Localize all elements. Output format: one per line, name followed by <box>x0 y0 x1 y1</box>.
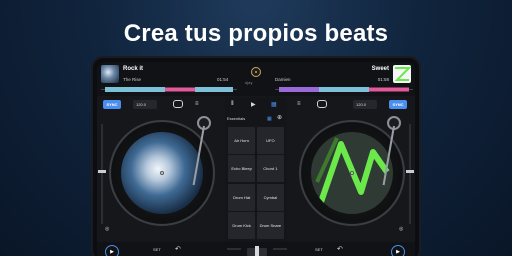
pad[interactable]: Echo Bleep <box>228 155 256 183</box>
headline: Crea tus propios beats <box>123 20 389 47</box>
pad[interactable]: Cymbal <box>256 183 284 211</box>
sweet-art-icon <box>394 67 411 81</box>
track-title-right: Sweet <box>371 66 389 72</box>
mixer-icon[interactable]: ⫴ <box>231 101 234 108</box>
pad[interactable]: Drum Snare <box>256 212 284 239</box>
track-artist-right: Damien <box>275 77 291 82</box>
play-button-right[interactable]: ▶ <box>391 245 405 256</box>
return-icon-left[interactable]: ↶ <box>175 245 181 253</box>
play-button-left[interactable]: ▶ <box>105 245 119 256</box>
master-knob[interactable] <box>251 67 261 77</box>
pads-grid-icon[interactable]: ▦ <box>267 116 272 122</box>
eq-icon[interactable]: ≡ <box>195 100 199 109</box>
spindle-left <box>160 171 164 175</box>
sync-button-right[interactable]: SYNC <box>389 100 407 109</box>
turntable-right[interactable] <box>299 120 405 226</box>
spindle-right <box>350 171 354 175</box>
pitch-slider-right[interactable] <box>406 124 414 224</box>
volume-slider-right[interactable] <box>273 248 287 250</box>
sampler-bank-row: Essentials ▦ ⊕ <box>225 114 287 124</box>
loop-icon-right[interactable] <box>317 100 327 108</box>
crossfader[interactable] <box>247 246 267 256</box>
set-cue-button-left[interactable]: SET <box>153 247 161 252</box>
add-icon[interactable]: ⊕ <box>277 114 282 121</box>
grid-icon[interactable]: ▦ <box>271 101 277 108</box>
bpm-display-left[interactable]: 120.0 <box>133 100 157 109</box>
sampler-panel: ⫴ ▶ ▦ Essentials ▦ ⊕ Air Horn UFO Echo B… <box>225 97 287 256</box>
play-view-icon[interactable]: ▶ <box>251 101 256 108</box>
turntable-left[interactable] <box>109 120 215 226</box>
return-icon-right[interactable]: ↶ <box>337 245 343 253</box>
pad[interactable]: Drum Hat <box>228 183 256 211</box>
album-art-left[interactable] <box>101 65 119 83</box>
pad[interactable]: UFO <box>256 127 284 154</box>
app-screen: Rock it The Rise 01:54 djay Sweet Damien… <box>97 62 415 256</box>
track-artist-left: The Rise <box>123 77 142 82</box>
eq-icon-right[interactable]: ≡ <box>297 100 301 109</box>
volume-slider-left[interactable] <box>227 248 241 250</box>
top-bar: Rock it The Rise 01:54 djay Sweet Damien… <box>97 62 415 96</box>
headphones-icon-right[interactable]: ◎ <box>399 226 403 232</box>
album-art-right[interactable] <box>393 65 411 83</box>
bottom-bar: ▶ SET ↶ SET ↶ ▶ <box>97 242 415 256</box>
bpm-display-right[interactable]: 120.0 <box>353 100 377 109</box>
pad[interactable]: Air Horn <box>228 127 256 154</box>
deck-right: ◎ <box>289 114 414 238</box>
loop-icon[interactable] <box>173 100 183 108</box>
headphones-icon[interactable]: ◎ <box>105 226 109 232</box>
waveform-overview-right[interactable] <box>275 86 413 93</box>
tablet-device: Rock it The Rise 01:54 djay Sweet Damien… <box>91 56 421 256</box>
track-title-left: Rock it <box>123 66 144 72</box>
pitch-slider-left[interactable] <box>98 124 106 224</box>
pad[interactable]: Chord 1 <box>256 155 284 183</box>
pad[interactable]: Drum Kick <box>228 212 256 239</box>
crossfader-thumb[interactable] <box>255 246 259 256</box>
track-time-right: 01:58 <box>377 77 389 82</box>
waveform-overview-left[interactable] <box>101 86 237 93</box>
set-cue-button-right[interactable]: SET <box>315 247 323 252</box>
pitch-slider-thumb[interactable] <box>98 170 106 173</box>
sampler-pads: Air Horn UFO Echo Bleep Chord 1 Drum Hat… <box>228 127 284 239</box>
view-switcher: ⫴ ▶ ▦ <box>225 101 287 111</box>
sync-button-left[interactable]: SYNC <box>103 100 121 109</box>
sampler-bank-select[interactable]: Essentials <box>227 116 245 121</box>
pitch-slider-thumb-right[interactable] <box>406 170 414 173</box>
track-time-left: 01:54 <box>217 77 229 82</box>
brand-logo: djay <box>245 81 253 85</box>
deck-left: ◎ <box>98 114 223 238</box>
